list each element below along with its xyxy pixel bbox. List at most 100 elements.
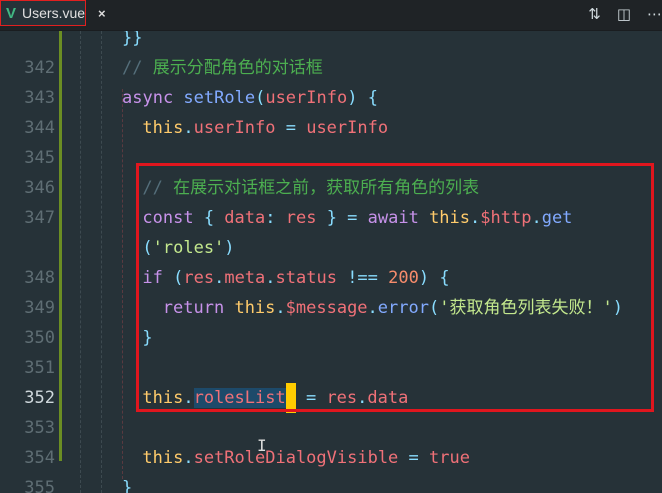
identifier: res [183, 268, 215, 288]
keyword: await [367, 208, 430, 228]
line-number: 345 [24, 148, 55, 168]
punctuation: = [398, 448, 430, 468]
line-code: return this.$message.error('获取角色列表失败！') [163, 293, 623, 323]
comment-slashes: // [122, 58, 153, 78]
code-line[interactable]: 354 this.setRoleDialogVisible = true [0, 443, 662, 473]
identifier: data [367, 388, 409, 408]
code-line[interactable]: }} [0, 31, 662, 53]
line-code: ('roles') [142, 233, 234, 263]
line-number: 348 [24, 268, 55, 288]
line-number: 347 [24, 208, 55, 228]
code-line[interactable]: 346 // 在展示对话框之前，获取所有角色的列表 [0, 173, 662, 203]
punctuation: . [214, 268, 225, 288]
split-editor-icon[interactable]: ◫ [617, 5, 631, 23]
line-code: } [122, 473, 132, 493]
code-line[interactable]: 350} [0, 323, 662, 353]
this-keyword: this [429, 208, 471, 228]
code-line[interactable]: 343 async setRole(userInfo) { [0, 83, 662, 113]
identifier: status [275, 268, 337, 288]
punctuation: ) { [347, 88, 378, 108]
mouse-ibeam-cursor: I [257, 436, 267, 455]
more-icon[interactable]: ⋯ [647, 5, 662, 23]
code-line[interactable]: 347 const { data: res } = await this.$htt… [0, 203, 662, 233]
punctuation: ( [255, 88, 266, 108]
line-code: // 在展示对话框之前，获取所有角色的列表 [142, 173, 479, 203]
punctuation: . [357, 388, 368, 408]
function-name: setRole [183, 88, 256, 108]
punctuation: = [295, 388, 327, 408]
punctuation: : [265, 208, 286, 228]
code-line[interactable]: 342 // 展示分配角色的对话框 [0, 53, 662, 83]
punctuation: . [183, 448, 194, 468]
tab-users-vue[interactable]: V Users.vue × [0, 0, 106, 26]
identifier: res [285, 208, 317, 228]
punctuation: ) { [418, 268, 450, 288]
punctuation: ) [612, 298, 623, 318]
code-line[interactable]: 348 if (res.meta.status !== 200) { [0, 263, 662, 293]
keyword: async [122, 88, 184, 108]
line-code: const { data: res } = await this.$http.g… [142, 203, 572, 233]
line-code: this.rolesList = res.data [142, 383, 408, 413]
identifier: meta [224, 268, 266, 288]
this-keyword: this [142, 388, 184, 408]
comment-slashes: // [142, 178, 174, 198]
line-number: 346 [24, 178, 55, 198]
code-line[interactable]: 353 [0, 413, 662, 443]
punctuation: } [142, 328, 153, 348]
tab-bar: V Users.vue × ⇅ ◫ ⋯ [0, 0, 662, 31]
punctuation: . [265, 268, 276, 288]
code-line[interactable]: ('roles') [0, 233, 662, 263]
punctuation: . [183, 388, 194, 408]
identifier: $message [285, 298, 368, 318]
identifier: $http [480, 208, 532, 228]
code-line[interactable]: 352 this.rolesList = res.data [0, 383, 662, 413]
function-name: error [377, 298, 429, 318]
punctuation: { [203, 208, 225, 228]
punctuation: ( [173, 268, 184, 288]
punctuation: . [470, 208, 481, 228]
number: 200 [388, 268, 419, 288]
identifier: userInfo [306, 118, 389, 138]
line-number: 342 [24, 58, 55, 78]
punctuation: . [275, 298, 286, 318]
punctuation: } [122, 478, 133, 493]
text-cursor [285, 383, 296, 413]
code-line[interactable]: 355} [0, 473, 662, 493]
punctuation: . [531, 208, 542, 228]
identifier: data [224, 208, 266, 228]
string: 'roles' [152, 238, 225, 258]
compare-changes-icon[interactable]: ⇅ [588, 5, 601, 23]
line-code: if (res.meta.status !== 200) { [142, 263, 449, 293]
close-icon[interactable]: × [98, 6, 106, 21]
code-line[interactable]: 351 [0, 353, 662, 383]
line-code: // 展示分配角色的对话框 [122, 53, 323, 83]
editor-actions: ⇅ ◫ ⋯ [588, 5, 662, 23]
this-keyword: this [142, 118, 184, 138]
line-code: } [142, 323, 152, 353]
line-number: 344 [24, 118, 55, 138]
keyword: return [162, 298, 235, 318]
punctuation: }} [122, 31, 143, 48]
punctuation: . [183, 118, 194, 138]
line-code: async setRole(userInfo) { [122, 83, 378, 113]
identifier: setRoleDialogVisible [193, 448, 399, 468]
punctuation: ( [428, 298, 440, 318]
this-keyword: this [234, 298, 276, 318]
comment: 展示分配角色的对话框 [152, 58, 323, 78]
line-number: 355 [24, 478, 55, 493]
code-editor[interactable]: }} 342// 展示分配角色的对话框 343 async setRole(userI… [0, 31, 662, 493]
punctuation: ( [142, 238, 153, 258]
code-line[interactable]: 344 this.userInfo = userInfo [0, 113, 662, 143]
code-line[interactable]: 349 return this.$message.error('获取角色列表失败！… [0, 293, 662, 323]
punctuation: ) [224, 238, 235, 258]
this-keyword: this [142, 448, 184, 468]
string: '获取角色列表失败！' [439, 298, 613, 318]
line-code: }} [122, 31, 142, 53]
keyword: if [142, 268, 174, 288]
punctuation: = [275, 118, 307, 138]
line-number: 353 [24, 418, 55, 438]
vue-icon: V [6, 4, 17, 22]
identifier: userInfo [265, 88, 348, 108]
code-line[interactable]: 345 [0, 143, 662, 173]
punctuation: } = [316, 208, 368, 228]
